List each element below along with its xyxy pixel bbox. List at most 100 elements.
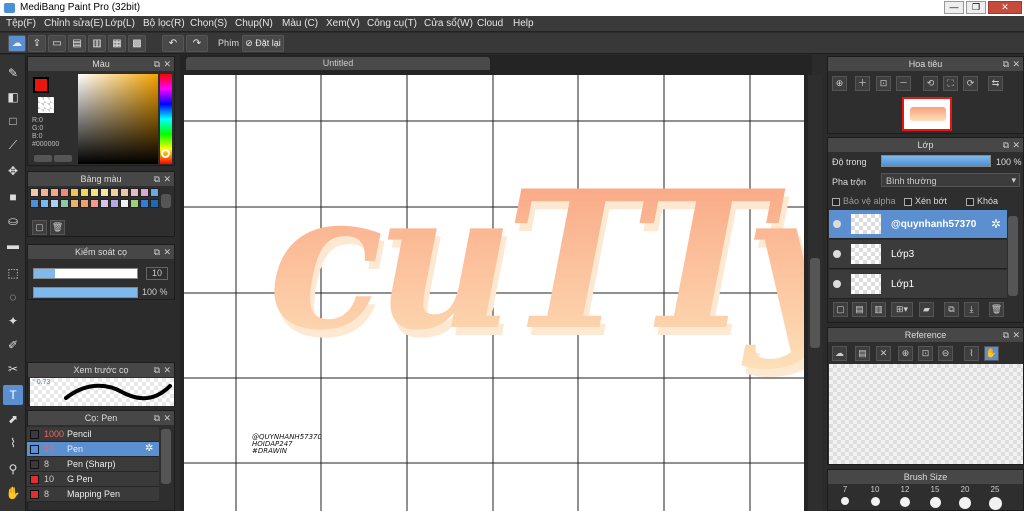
document-tab[interactable]: Untitled — [186, 57, 490, 70]
brush-size-value[interactable]: 10 — [146, 267, 168, 280]
panel-close-icon[interactable]: ✕ — [1012, 328, 1020, 342]
select-eraser-icon[interactable]: ✂ — [3, 359, 23, 379]
gradient-icon[interactable]: ▬ — [3, 235, 23, 255]
canvas-scroll-thumb[interactable] — [810, 258, 820, 348]
menu-color[interactable]: Màu (C) — [282, 18, 318, 29]
brush-settings-icon[interactable]: ✲ — [145, 443, 153, 454]
color-swatch[interactable] — [130, 188, 139, 197]
panel-close-icon[interactable]: ✕ — [163, 172, 171, 186]
layer-list-scrollbar[interactable] — [1008, 216, 1018, 296]
color-swatch[interactable] — [90, 188, 99, 197]
new-8bit-layer-icon[interactable]: ▥ — [871, 302, 886, 317]
blend-mode-select[interactable]: Bình thường ▾ — [881, 173, 1020, 187]
undock-icon[interactable]: ⧉ — [1003, 328, 1009, 342]
color-dropper-button[interactable] — [54, 155, 72, 162]
panel-close-icon[interactable]: ✕ — [163, 363, 171, 377]
eraser-icon[interactable]: ◧ — [3, 87, 23, 107]
new-layer-icon[interactable]: ▢ — [833, 302, 848, 317]
maximize-button[interactable]: ❐ — [966, 1, 986, 14]
color-swatch[interactable] — [80, 188, 89, 197]
menu-layer[interactable]: Lớp(L) — [105, 18, 135, 29]
undock-icon[interactable]: ⧉ — [1003, 57, 1009, 71]
close-reference-icon[interactable]: ✕ — [876, 346, 891, 361]
rectangle-icon[interactable]: □ — [3, 111, 23, 131]
protect-alpha-checkbox[interactable]: Bảo vệ alpha — [832, 196, 896, 206]
main-color-swatch[interactable] — [33, 77, 49, 93]
brush-icon[interactable]: ✎ — [3, 63, 23, 83]
move-icon[interactable]: ✥ — [3, 161, 23, 181]
menu-help[interactable]: Help — [513, 18, 534, 29]
brush-size-preset[interactable]: 20 — [950, 485, 980, 511]
sub-color-swatch[interactable] — [38, 97, 54, 113]
delete-layer-icon[interactable]: 🗑 — [989, 302, 1004, 317]
brush-item-pencil[interactable]: 1000 Pencil — [27, 427, 159, 442]
redo-icon[interactable]: ↷ — [186, 35, 208, 52]
undock-icon[interactable]: ⧉ — [154, 411, 160, 425]
eye-icon[interactable] — [833, 280, 841, 288]
new-swatch-icon[interactable]: ▢ — [32, 220, 47, 235]
brush-item-g-pen[interactable]: 10 G Pen — [27, 472, 159, 487]
duplicate-icon[interactable]: ⧉ — [944, 302, 959, 317]
eyedropper-icon[interactable]: ⚲ — [3, 459, 23, 479]
select-pen-icon[interactable]: ✐ — [3, 335, 23, 355]
text-icon[interactable]: T — [3, 385, 23, 405]
drawing-canvas[interactable]: cuTTy cuTTy @QUYNHANH57370 HOIDAP247 #DR… — [184, 75, 804, 511]
undock-icon[interactable]: ⧉ — [154, 57, 160, 71]
color-swatch[interactable] — [60, 199, 69, 208]
grid-icon[interactable]: ▦ — [108, 35, 126, 52]
layer-item[interactable]: Lớp3 — [829, 240, 1007, 269]
color-swatch[interactable] — [110, 199, 119, 208]
brush-item-mapping-pen[interactable]: 8 Mapping Pen — [27, 487, 159, 502]
menu-tools[interactable]: Công cụ(T) — [367, 18, 417, 29]
merge-down-icon[interactable]: ⤓ — [964, 302, 979, 317]
panel-close-icon[interactable]: ✕ — [163, 57, 171, 71]
brush-size-preset[interactable]: 15 — [920, 485, 950, 511]
delete-swatch-icon[interactable]: 🗑 — [50, 220, 65, 235]
brush-item-pen-sharp[interactable]: 8 Pen (Sharp) — [27, 457, 159, 472]
brush-size-preset[interactable]: 12 — [890, 485, 920, 511]
brush-size-preset[interactable]: 25 — [980, 485, 1010, 511]
zoom-in-icon[interactable]: ⊕ — [898, 346, 913, 361]
color-swatch[interactable] — [150, 188, 159, 197]
color-swatch[interactable] — [150, 199, 159, 208]
brush-size-slider[interactable] — [33, 268, 138, 279]
open-file-icon[interactable]: ▤ — [855, 346, 870, 361]
magic-wand-icon[interactable]: ✦ — [3, 311, 23, 331]
hand-icon[interactable]: ✋ — [3, 483, 23, 503]
undock-icon[interactable]: ⧉ — [154, 245, 160, 259]
reset-button[interactable]: ⊘ Đặt lại — [242, 35, 284, 52]
new-halftone-layer-icon[interactable]: ▤ — [852, 302, 867, 317]
layer-opacity-slider[interactable] — [881, 155, 991, 167]
zoom-in-icon[interactable]: ＋ — [855, 76, 870, 91]
undock-icon[interactable]: ⧉ — [1003, 138, 1009, 152]
brush-item-pen[interactable]: 10 Pen ✲ — [27, 442, 159, 457]
brush-size-preset[interactable]: 7 — [830, 485, 860, 511]
menu-edit[interactable]: Chỉnh sửa(E) — [44, 18, 104, 29]
saturation-box[interactable] — [78, 74, 158, 164]
color-swatch[interactable] — [140, 188, 149, 197]
bucket-icon[interactable]: ⛀ — [3, 211, 23, 231]
brush-size-preset[interactable]: 10 — [860, 485, 890, 511]
color-swatch[interactable] — [50, 199, 59, 208]
rotate-right-icon[interactable]: ⟳ — [963, 76, 978, 91]
lock-checkbox[interactable]: Khóa — [966, 196, 998, 206]
hand-icon[interactable]: ✋ — [984, 346, 999, 361]
select-rect-icon[interactable]: ⬚ — [3, 263, 23, 283]
brush-list-scrollbar[interactable] — [161, 429, 171, 484]
hue-handle[interactable] — [161, 149, 170, 158]
color-swatch[interactable] — [100, 188, 109, 197]
panel-close-icon[interactable]: ✕ — [163, 411, 171, 425]
clipping-checkbox[interactable]: Xén bớt — [904, 196, 947, 206]
fit-window-icon[interactable]: ⊡ — [876, 76, 891, 91]
operation-icon[interactable]: ⬈ — [3, 409, 23, 429]
color-swatch[interactable] — [70, 199, 79, 208]
menu-select[interactable]: Chọn(S) — [190, 18, 227, 29]
minimize-button[interactable]: — — [944, 1, 964, 14]
color-swatch[interactable] — [100, 199, 109, 208]
swatch-scrollbar[interactable] — [161, 194, 171, 208]
color-swatch[interactable] — [90, 199, 99, 208]
panel-close-icon[interactable]: ✕ — [163, 245, 171, 259]
color-swatch[interactable] — [120, 188, 129, 197]
menu-view[interactable]: Xem(V) — [326, 18, 360, 29]
eye-icon[interactable] — [833, 220, 841, 228]
